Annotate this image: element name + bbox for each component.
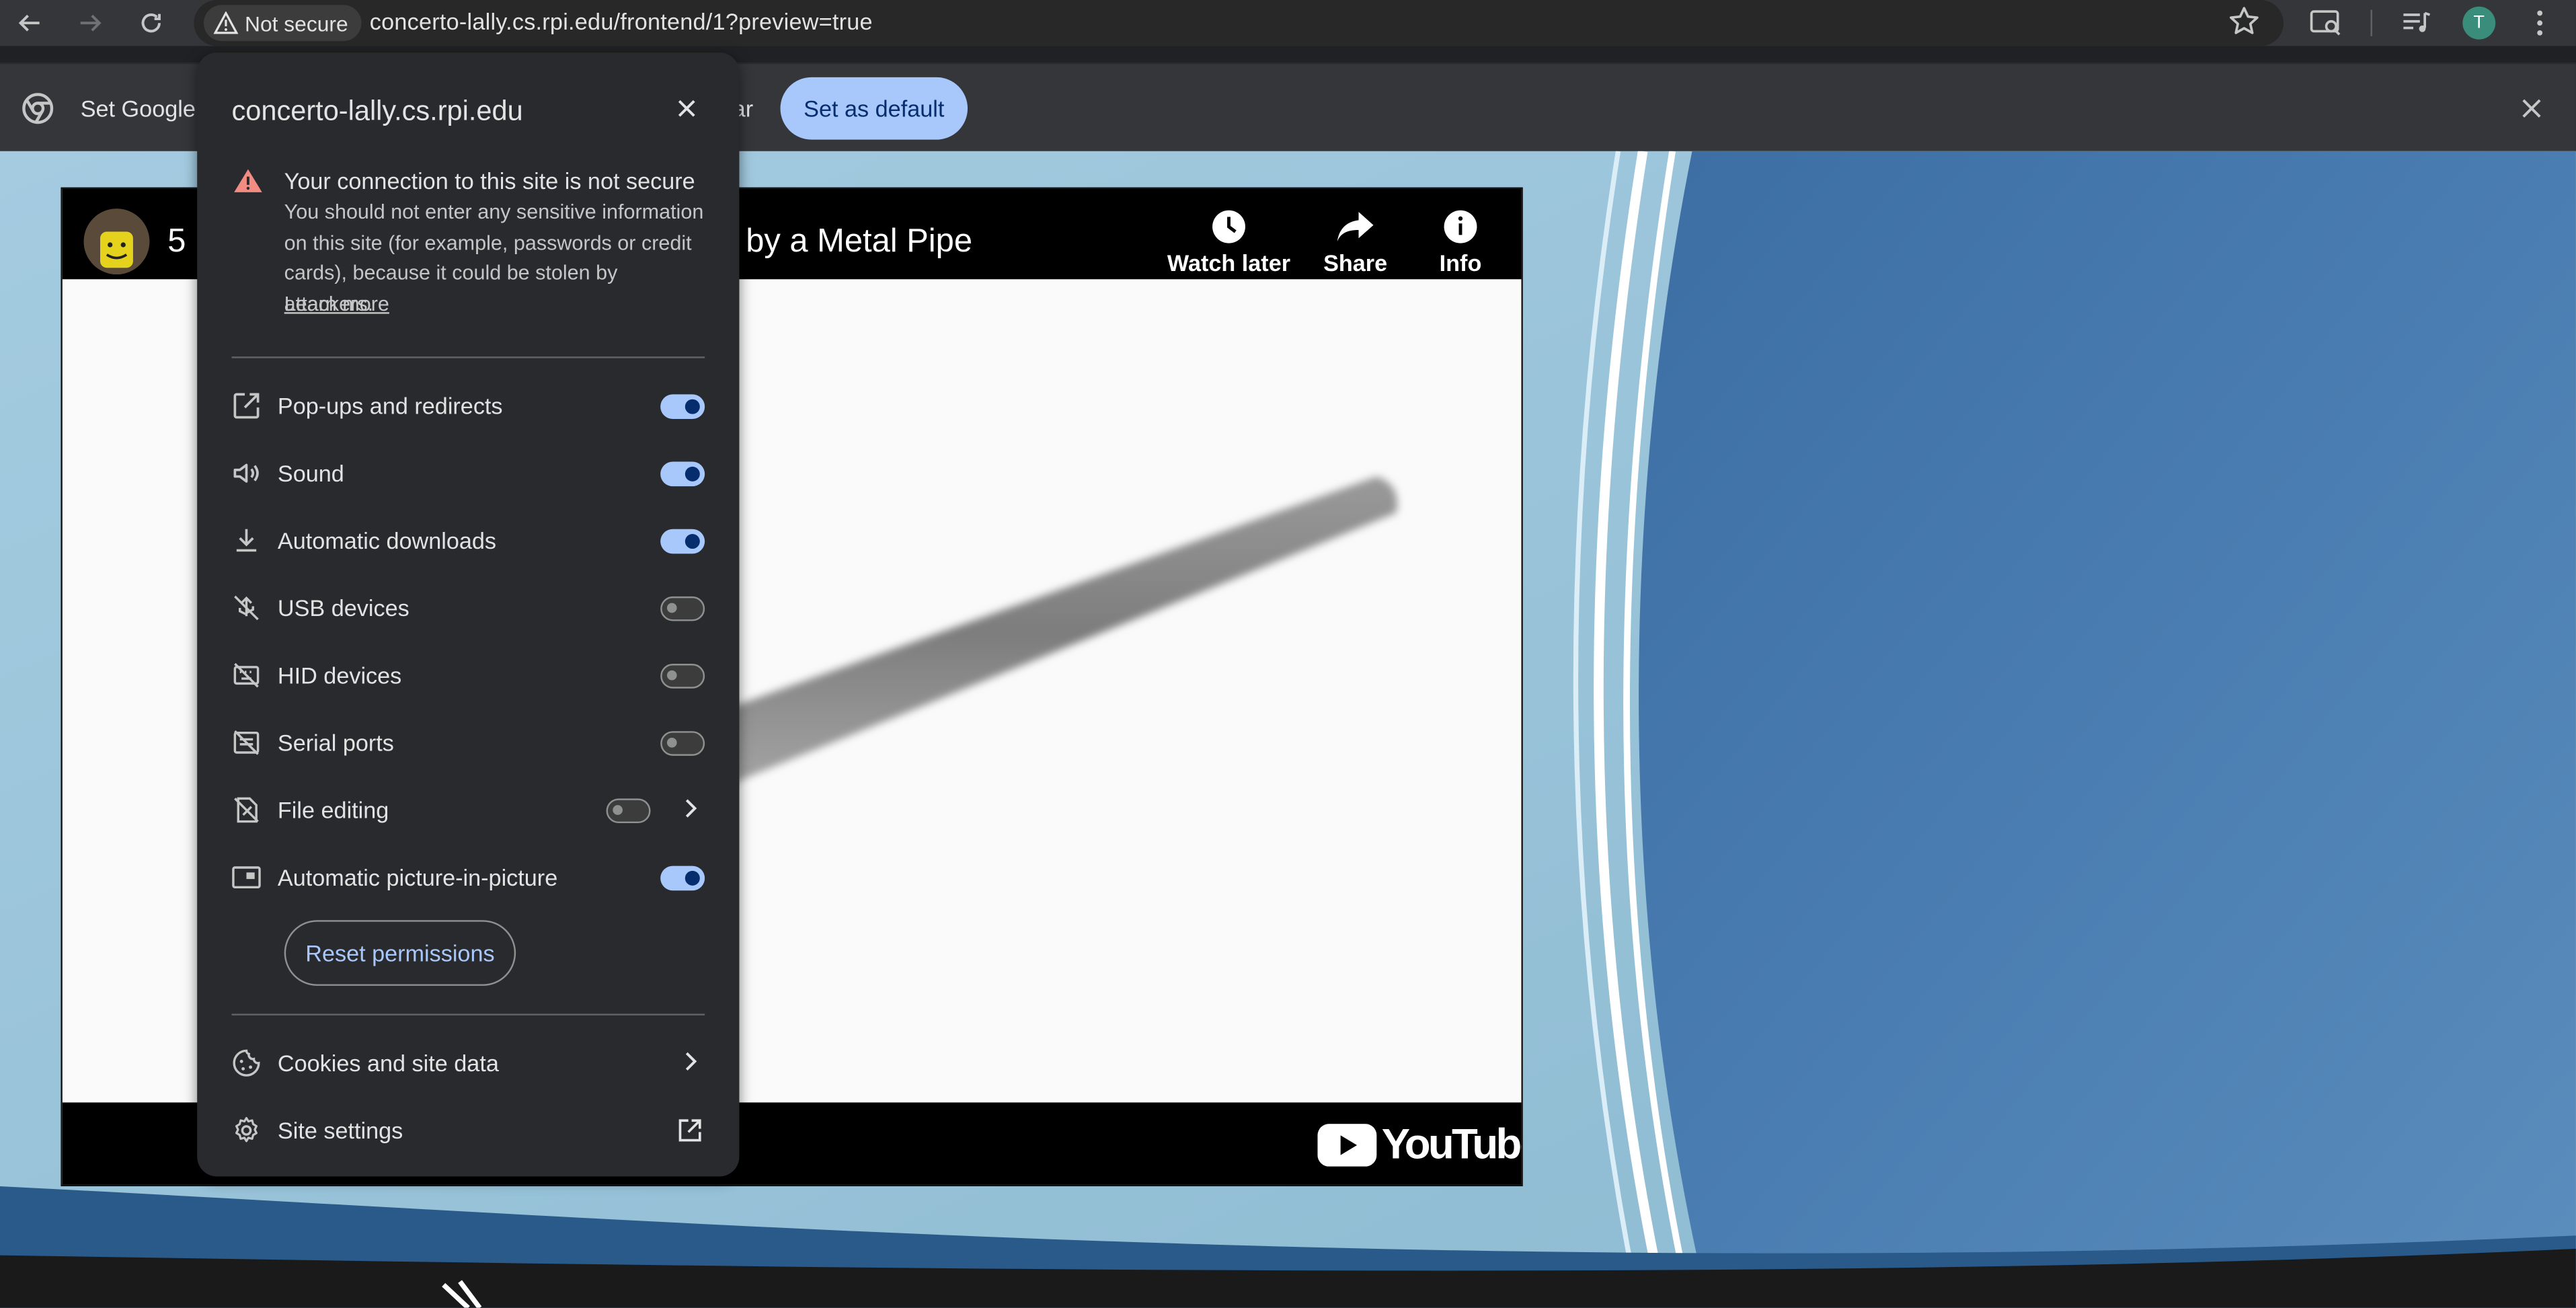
usb-toggle[interactable] <box>660 596 705 621</box>
url-text[interactable]: concerto-lally.cs.rpi.edu/frontend/1?pre… <box>370 8 873 34</box>
chrome-icon <box>22 92 54 133</box>
security-chip[interactable]: Not secure <box>203 5 362 42</box>
kebab-menu-icon <box>2537 10 2543 36</box>
clock-icon <box>1212 210 1245 243</box>
warning-triangle-icon <box>213 11 239 34</box>
set-as-default-button[interactable]: Set as default <box>780 77 968 140</box>
security-chip-label: Not secure <box>245 10 348 36</box>
divider <box>231 1013 705 1015</box>
permission-serial[interactable]: Serial ports <box>231 708 705 775</box>
reload-icon <box>141 13 161 33</box>
channel-avatar-image <box>83 208 150 275</box>
forward-arrow-icon <box>80 14 102 32</box>
toolbar-divider <box>2370 9 2372 36</box>
gear-icon <box>235 1117 258 1143</box>
sound-toggle[interactable] <box>660 461 705 487</box>
info-icon <box>1444 210 1477 243</box>
share-button[interactable]: Share <box>1317 208 1393 276</box>
popup-site-title: concerto-lally.cs.rpi.edu <box>231 95 523 127</box>
file-edit-off-icon <box>234 797 259 823</box>
media-controls-button[interactable] <box>2398 5 2435 41</box>
share-icon <box>1337 212 1374 242</box>
address-bar[interactable]: Not secure concerto-lally.cs.rpi.edu/fro… <box>194 0 2284 46</box>
permission-pip[interactable]: Automatic picture-in-picture <box>231 843 705 910</box>
hid-off-icon <box>233 662 260 688</box>
popup-close-button[interactable] <box>674 95 700 130</box>
site-settings-label: Site settings <box>277 1117 403 1144</box>
permission-downloads[interactable]: Automatic downloads <box>231 506 705 574</box>
permission-hid[interactable]: HID devices <box>231 641 705 708</box>
channel-avatar[interactable] <box>83 208 150 275</box>
infobar-close-button[interactable] <box>2515 92 2548 133</box>
sound-icon <box>233 463 259 483</box>
pip-toggle[interactable] <box>660 865 705 891</box>
permission-label: Serial ports <box>277 729 394 756</box>
cookie-icon <box>233 1049 260 1077</box>
serial-toggle[interactable] <box>660 731 705 756</box>
browser-menu-button[interactable] <box>2522 5 2558 41</box>
serial-off-icon <box>233 730 260 755</box>
hid-toggle[interactable] <box>660 664 705 689</box>
chevron-right-icon <box>685 1052 697 1071</box>
watch-later-label: Watch later <box>1167 249 1291 276</box>
permission-label: HID devices <box>277 662 402 689</box>
reset-permissions-button[interactable]: Reset permissions <box>284 920 516 986</box>
permission-label: Sound <box>277 460 344 487</box>
cookies-site-data-row[interactable]: Cookies and site data <box>231 1028 705 1095</box>
permission-popups[interactable]: Pop-ups and redirects <box>231 371 705 438</box>
usb-off-icon <box>234 595 259 621</box>
back-button[interactable] <box>11 5 48 41</box>
popup-icon <box>233 393 260 419</box>
bookmark-star-button[interactable] <box>2228 5 2261 46</box>
permission-label: Pop-ups and redirects <box>277 392 503 420</box>
permission-label: Automatic picture-in-picture <box>277 864 558 891</box>
downloads-toggle[interactable] <box>660 529 705 554</box>
file-editing-toggle[interactable] <box>606 798 651 824</box>
pip-icon <box>232 866 261 889</box>
open-external-icon <box>678 1119 701 1142</box>
connection-warning-title: Your connection to this site is not secu… <box>284 167 695 194</box>
youtube-wordmark: YouTube <box>1381 1118 1522 1169</box>
profile-avatar[interactable]: T <box>2462 6 2496 40</box>
share-label: Share <box>1323 249 1388 276</box>
permission-label: File editing <box>277 796 389 824</box>
back-arrow-icon <box>18 14 40 32</box>
cookies-label: Cookies and site data <box>277 1050 499 1077</box>
youtube-logo[interactable]: YouTube <box>1317 1118 1522 1170</box>
reload-button[interactable] <box>133 5 169 41</box>
site-settings-row[interactable]: Site settings <box>231 1096 705 1163</box>
youtube-play-icon <box>1317 1122 1377 1166</box>
info-label: Info <box>1439 249 1482 276</box>
permission-file-editing[interactable]: File editing <box>231 775 705 843</box>
video-title-end[interactable]: by a Metal Pipe <box>746 223 972 261</box>
browser-toolbar: Not secure concerto-lally.cs.rpi.edu/fro… <box>0 0 2576 46</box>
tab-search-icon <box>2310 10 2341 36</box>
permission-label: USB devices <box>277 594 409 621</box>
close-icon <box>678 100 695 117</box>
download-icon <box>236 529 257 552</box>
permission-label: Automatic downloads <box>277 527 497 554</box>
close-icon <box>2522 99 2541 118</box>
tab-search-button[interactable] <box>2308 5 2345 41</box>
learn-more-link[interactable]: Learn more <box>284 293 389 315</box>
divider <box>231 356 705 358</box>
info-button[interactable]: Info <box>1431 208 1490 276</box>
warning-icon <box>233 167 263 202</box>
playlist-music-icon <box>2403 11 2431 32</box>
permission-sound[interactable]: Sound <box>231 438 705 506</box>
permission-usb[interactable]: USB devices <box>231 574 705 641</box>
forward-button[interactable] <box>73 5 109 41</box>
site-info-popup: concerto-lally.cs.rpi.edu Your connectio… <box>197 52 740 1177</box>
watch-later-button[interactable]: Watch later <box>1161 208 1296 276</box>
popups-toggle[interactable] <box>660 394 705 420</box>
chevron-right-icon[interactable] <box>682 797 698 820</box>
star-icon <box>2230 7 2259 34</box>
